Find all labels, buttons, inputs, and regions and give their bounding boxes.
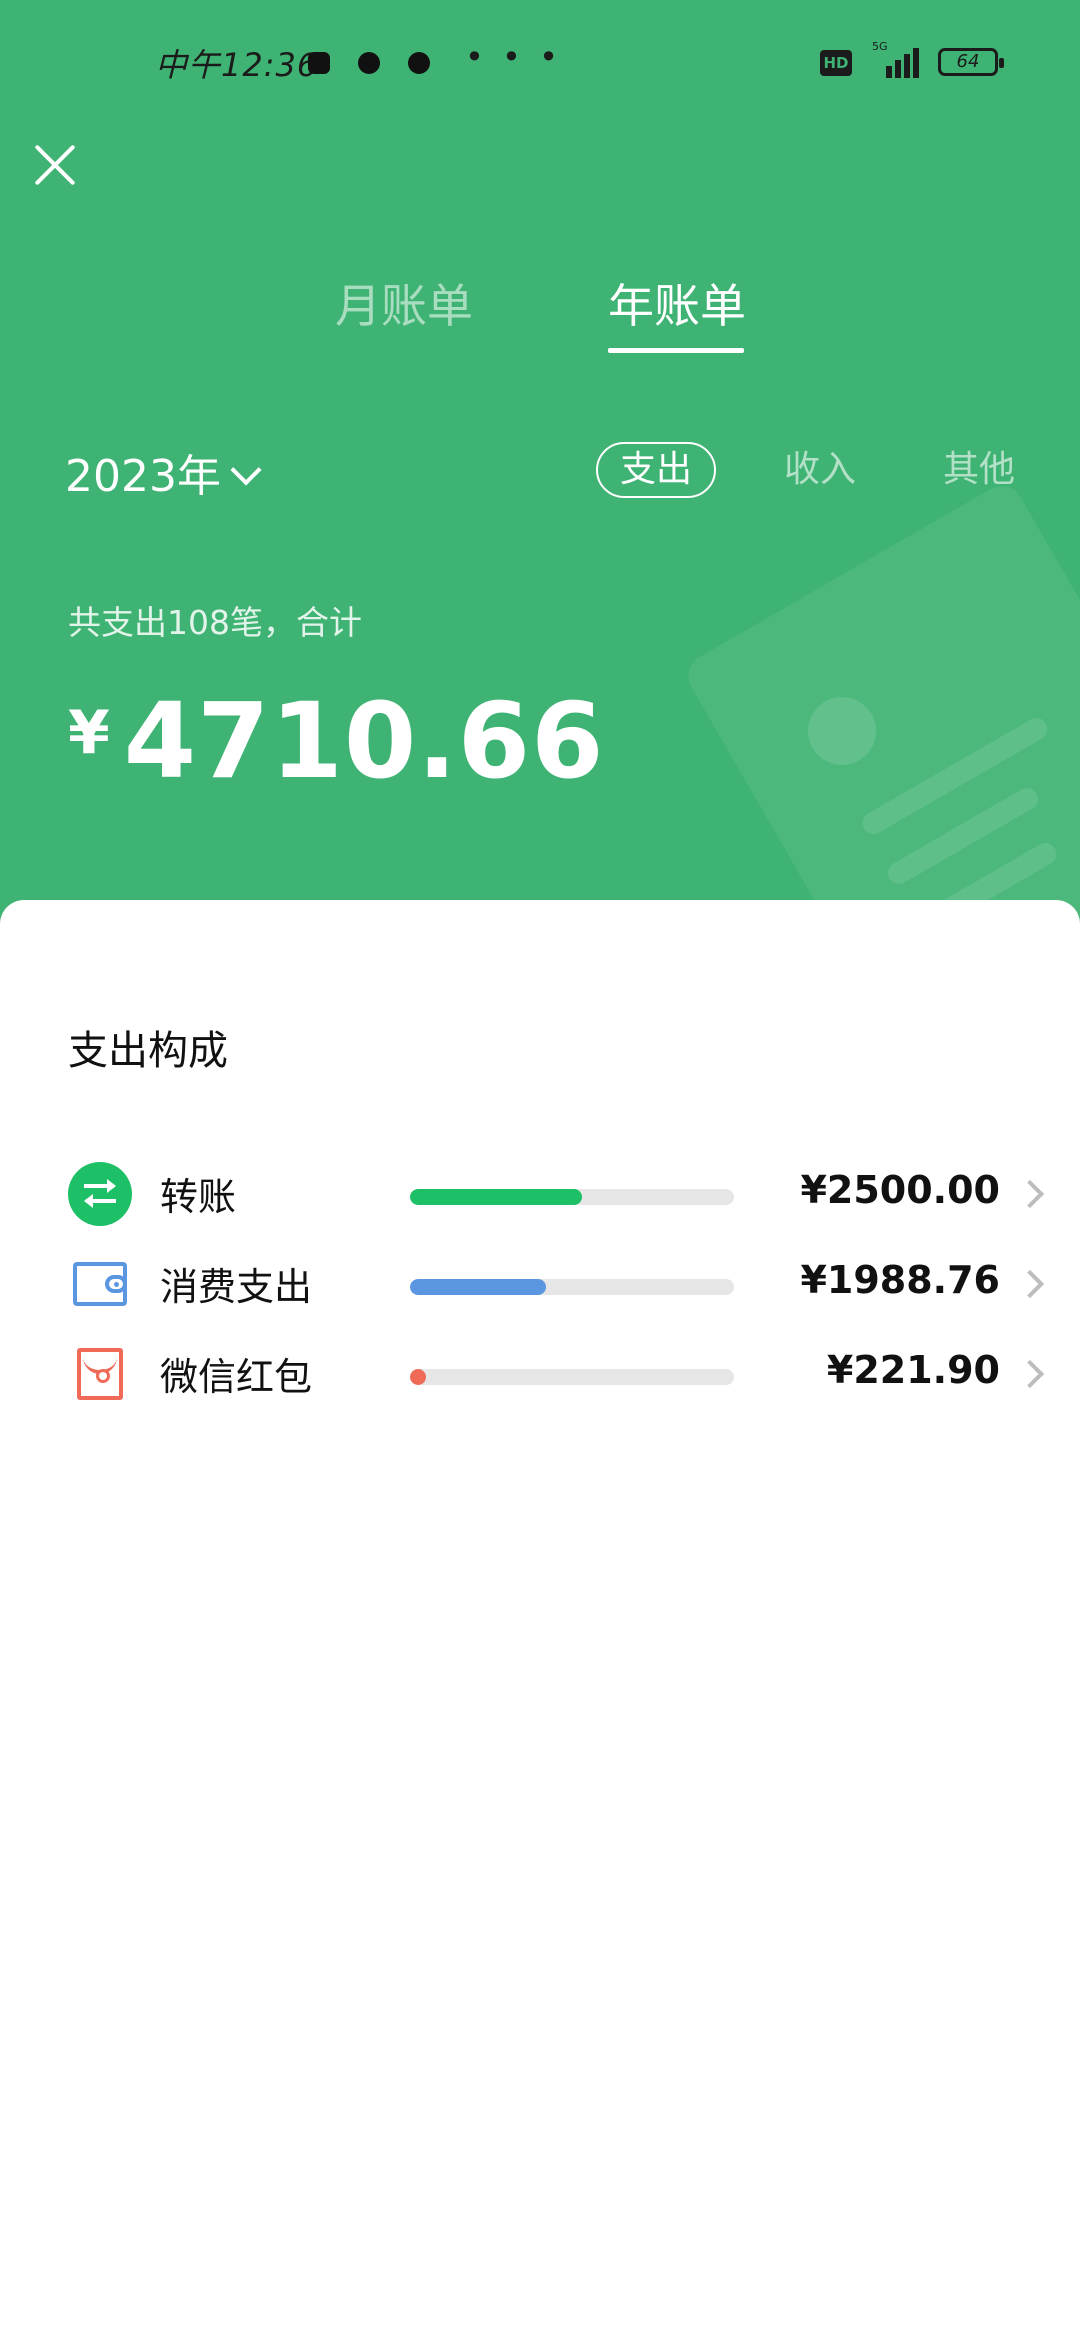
battery-icon: 64 [938,48,1004,76]
share-bar-fill [410,1279,547,1295]
tab-monthly-bill[interactable]: 月账单 [335,270,473,336]
total-amount: ¥4710.66 [68,680,604,802]
share-bar [410,1279,734,1295]
currency-symbol: ¥ [68,698,110,768]
app-notification-icon [308,52,330,74]
red-packet-icon [77,1348,123,1400]
status-time: 中午12:36 [155,46,319,84]
expense-summary: 共支出108笔，合计 [68,603,362,642]
total-value: 4710.66 [123,680,605,802]
tab-yearly-bill[interactable]: 年账单 [608,270,746,336]
chevron-right-icon [1015,1179,1045,1209]
breakdown-sheet: 支出构成 转账 ¥2500.00 消费支出 ¥1988.76 微信红包 ¥221… [0,900,1080,2340]
chevron-down-icon [230,454,262,486]
filter-income[interactable]: 收入 [784,442,856,498]
chevron-right-icon [1015,1269,1045,1299]
section-title: 支出构成 [68,1028,228,1074]
category-label: 微信红包 [160,1355,313,1399]
hd-icon: HD [820,50,852,76]
list-item-transfer[interactable]: 转账 ¥2500.00 [0,1150,1080,1240]
chevron-right-icon [1015,1359,1045,1389]
header-panel: 中午12:36 • • • HD 5G 64 月账单 年账单 2023年 支出 … [0,0,1080,940]
video-notification-icon [408,52,430,74]
decorative-circle [808,697,876,765]
tiktok-notification-icon [358,52,380,74]
list-item-red-packet[interactable]: 微信红包 ¥221.90 [0,1330,1080,1420]
active-tab-indicator [608,348,744,353]
year-selector[interactable]: 2023年 [65,440,262,504]
category-amount: ¥2500.00 [800,1168,1000,1212]
filter-expense[interactable]: 支出 [596,442,716,498]
close-icon[interactable] [30,140,80,190]
more-notifications-icon: • • • [465,38,562,76]
category-label: 转账 [160,1175,237,1219]
battery-level: 64 [956,51,980,72]
category-amount: ¥1988.76 [800,1258,1000,1302]
category-label: 消费支出 [160,1265,313,1309]
share-bar [410,1369,734,1385]
list-item-consumption[interactable]: 消费支出 ¥1988.76 [0,1240,1080,1330]
transfer-icon [68,1162,132,1226]
year-label: 2023年 [65,451,221,502]
share-bar [410,1189,734,1205]
share-bar-fill [410,1189,582,1205]
signal-icon [872,44,922,78]
share-bar-fill [410,1369,427,1385]
wallet-icon [73,1262,127,1306]
category-amount: ¥221.90 [826,1348,1000,1392]
status-bar: 中午12:36 • • • HD 5G 64 [0,0,1080,130]
